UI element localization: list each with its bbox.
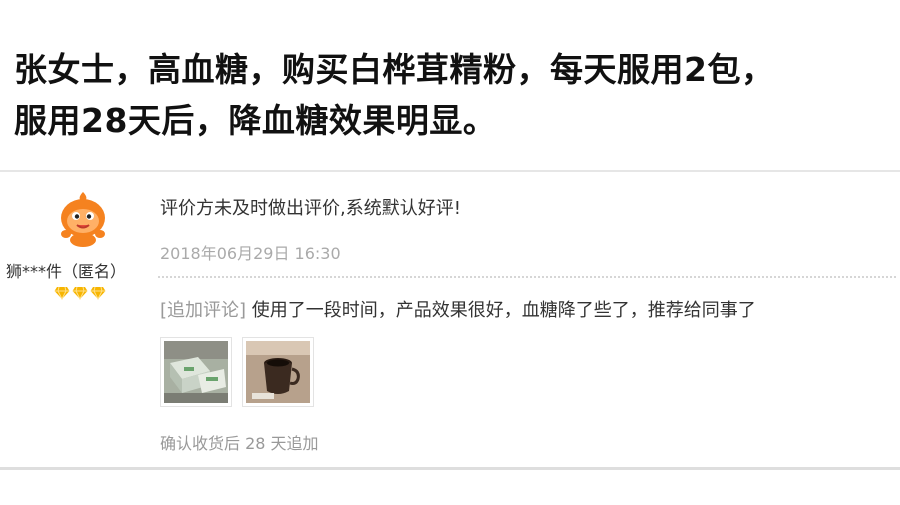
review-date: 2018年06月29日 16:30 (160, 244, 341, 263)
headline-line-1: 张女士，高血糖，购买白桦茸精粉，每天服用2包， (14, 50, 775, 89)
diamond-icon (72, 286, 88, 300)
review-photos (160, 337, 314, 407)
product-boxes-photo-icon[interactable] (160, 337, 232, 407)
orange-mascot-avatar-icon[interactable] (52, 188, 114, 248)
review-card: 狮***件（匿名） 评价方未及时做出评价,系统默认好评! 2018年06月29日… (0, 170, 900, 470)
reviewer-username[interactable]: 狮***件（匿名） (6, 258, 126, 282)
diamond-icon (54, 286, 70, 300)
followup-review: [追加评论] 使用了一段时间，产品效果很好，血糖降了些了，推荐给同事了 (160, 296, 756, 322)
diamond-icon (90, 286, 106, 300)
review-text: 评价方未及时做出评价,系统默认好评! (160, 198, 461, 219)
vip-level-badges (54, 286, 106, 300)
headline-line-2: 服用28天后，降血糖效果明显。 (14, 101, 497, 140)
followup-tag: [追加评论] (160, 300, 247, 321)
dotted-divider (158, 276, 896, 278)
cup-of-drink-photo-icon[interactable] (242, 337, 314, 407)
followup-text: 使用了一段时间，产品效果很好，血糖降了些了，推荐给同事了 (246, 300, 756, 321)
headline: 张女士，高血糖，购买白桦茸精粉，每天服用2包， 服用28天后，降血糖效果明显。 (14, 44, 894, 146)
confirm-receipt-note: 确认收货后 28 天追加 (160, 434, 319, 453)
